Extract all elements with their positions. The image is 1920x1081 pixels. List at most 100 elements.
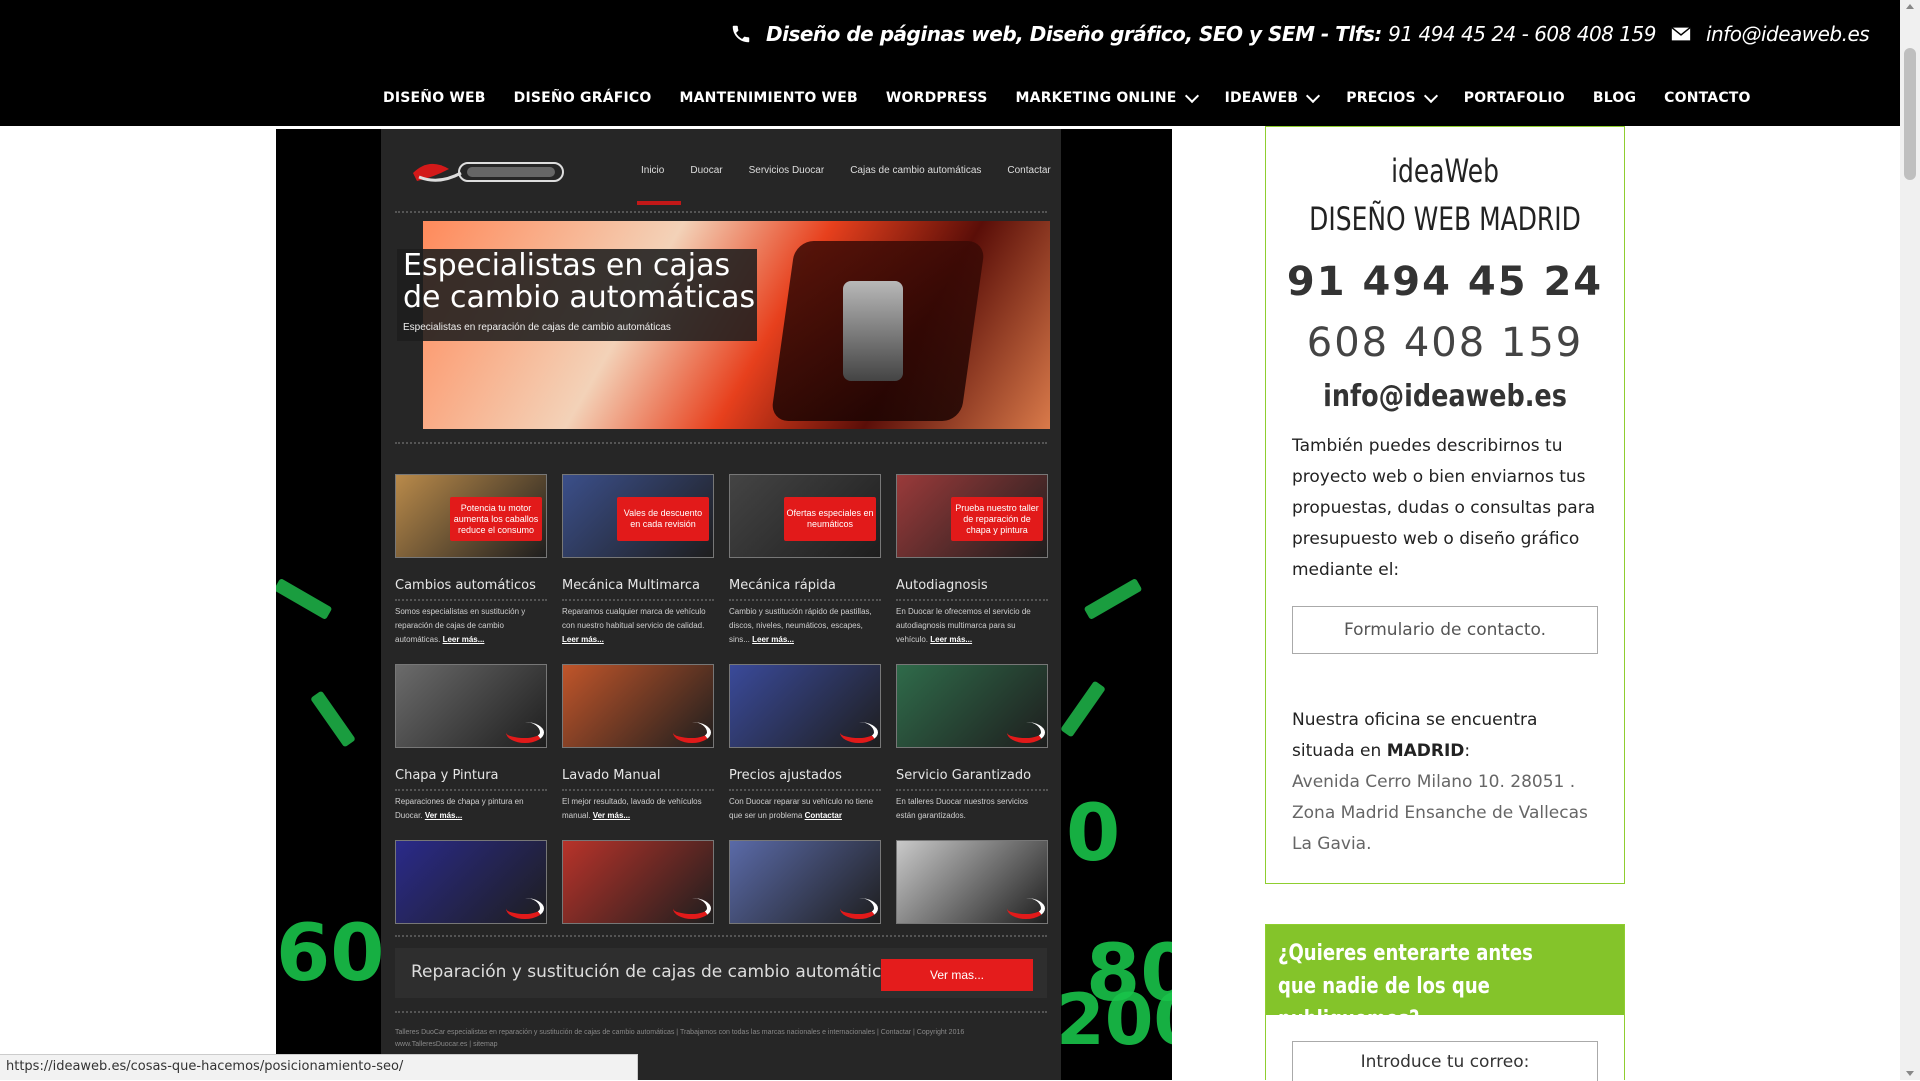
divider [395, 935, 1047, 937]
duocar-nav-item: Servicios Duocar [748, 165, 825, 176]
service-card-image[interactable] [896, 840, 1048, 924]
service-card-badge: Prueba nuestro taller de reparación de c… [951, 497, 1043, 541]
nav-item[interactable]: PORTAFOLIO [1464, 90, 1565, 106]
service-card-more-link[interactable]: Contactar [805, 811, 842, 820]
service-card-image[interactable]: Prueba nuestro taller de reparación de c… [896, 474, 1048, 558]
service-card-image[interactable] [896, 664, 1048, 748]
service-card[interactable] [395, 840, 547, 924]
nav-item[interactable]: MARKETING ONLINE [1016, 88, 1199, 106]
banner-button[interactable]: Ver mas... [881, 959, 1033, 991]
newsletter-email-input[interactable]: Introduce tu correo: [1292, 1041, 1598, 1081]
header-phones[interactable]: 91 494 45 24 - 608 408 159 [1388, 22, 1656, 46]
nav-item[interactable]: CONTACTO [1664, 90, 1751, 106]
gauge-number: 60 [276, 909, 385, 999]
service-card-more-link[interactable]: Leer más... [930, 635, 972, 644]
duocar-swirl-icon [506, 898, 544, 919]
divider [896, 599, 1048, 601]
duocar-swirl-icon [673, 722, 711, 743]
divider [729, 599, 881, 601]
service-card-image[interactable] [395, 840, 547, 924]
scrollbar-thumb[interactable] [1904, 48, 1916, 180]
header-contact-line: Diseño de páginas web, Diseño gráfico, S… [730, 18, 1870, 50]
divider [896, 789, 1048, 791]
service-card[interactable]: Vales de descuento en cada revisión Mecán… [562, 474, 714, 647]
nav-item-label: IDEAWEB [1224, 90, 1299, 106]
nav-item[interactable]: DISEÑO WEB [383, 90, 486, 106]
service-card-image[interactable] [729, 840, 881, 924]
contact-form-button[interactable]: Formulario de contacto. [1292, 606, 1598, 654]
service-card-more-link[interactable]: Leer más... [752, 635, 794, 644]
nav-item[interactable]: PRECIOS [1346, 88, 1438, 106]
divider [395, 599, 547, 601]
sidebar-phone-secondary[interactable]: 608 408 159 [1266, 320, 1624, 366]
service-card-text: Cambio y sustitución rápido de pastillas… [729, 605, 881, 647]
duocar-nav-item: Inicio [641, 165, 665, 176]
vertical-scrollbar[interactable] [1900, 0, 1920, 1080]
duocar-nav-item: Contactar [1007, 165, 1051, 176]
mail-icon [1671, 27, 1691, 41]
duocar-swirl-icon [1007, 722, 1045, 743]
service-card-text: Reparaciones de chapa y pintura en Duoca… [395, 795, 547, 823]
service-card-text: Con Duocar reparar su vehículo no tiene … [729, 795, 881, 823]
service-card-text: Somos especialistas en sustitución y rep… [395, 605, 547, 647]
chevron-down-icon [1306, 88, 1321, 103]
duocar-swirl-icon [1007, 898, 1045, 919]
divider [395, 442, 1047, 444]
scroll-up-arrow-icon[interactable] [1906, 4, 1914, 9]
nav-item[interactable]: IDEAWEB [1224, 88, 1321, 106]
scroll-down-arrow-icon[interactable] [1906, 1071, 1914, 1076]
service-card-more-link[interactable]: Leer más... [443, 635, 485, 644]
service-card-title: Mecánica Multimarca [562, 578, 701, 593]
gauge-tick [1060, 680, 1106, 738]
service-card-title: Cambios automáticos [395, 578, 536, 593]
header-email[interactable]: info@ideaweb.es [1706, 22, 1870, 46]
service-card-more-link[interactable]: Leer más... [562, 635, 604, 644]
service-card-more-link[interactable]: Ver más... [425, 811, 462, 820]
sidebar-brand-name: ideaWeb [1391, 152, 1499, 190]
sidebar-email[interactable]: info@ideaweb.es [1293, 379, 1597, 414]
nav-item[interactable]: DISEÑO GRÁFICO [514, 90, 652, 106]
nav-item[interactable]: MANTENIMIENTO WEB [679, 90, 857, 106]
service-card[interactable]: Prueba nuestro taller de reparación de c… [896, 474, 1048, 647]
nav-item-label: DISEÑO GRÁFICO [513, 90, 652, 106]
service-card-image[interactable] [729, 664, 881, 748]
sidebar-phone-primary[interactable]: 91 494 45 24 [1266, 259, 1624, 305]
service-card[interactable] [562, 840, 714, 924]
service-card-badge: Potencia tu motor aumenta los caballos r… [450, 497, 542, 541]
chevron-down-icon [1423, 88, 1438, 103]
service-card[interactable]: Potencia tu motor aumenta los caballos r… [395, 474, 547, 647]
service-card-image[interactable]: Vales de descuento en cada revisión [562, 474, 714, 558]
service-card[interactable]: Servicio Garantizado En talleres Duocar n… [896, 664, 1048, 823]
service-card-image[interactable]: Ofertas especiales en neumáticos [729, 474, 881, 558]
sidebar-brand: ideaWeb DISEÑO WEB MADRID [1305, 147, 1584, 243]
nav-item[interactable]: BLOG [1593, 90, 1636, 106]
promo-banner: Reparación y sustitución de cajas de cam… [395, 948, 1047, 998]
service-card-image[interactable]: Potencia tu motor aumenta los caballos r… [395, 474, 547, 558]
phone-icon [732, 25, 750, 43]
newsletter-header: ¿Quieres enterarte antes que nadie de lo… [1266, 925, 1624, 1032]
portfolio-screenshot: 60 80 0 200 InicioDuocarServicios Duocar… [276, 129, 1172, 1080]
service-card-more-link[interactable]: Ver más... [593, 811, 630, 820]
hero-subtitle: Especialistas en reparación de cajas de … [403, 322, 671, 333]
nav-item-label: MANTENIMIENTO WEB [679, 90, 858, 106]
divider [395, 789, 547, 791]
service-card-image[interactable] [562, 840, 714, 924]
service-card-image[interactable] [395, 664, 547, 748]
service-card-text: En talleres Duocar nuestros servicios es… [896, 795, 1048, 823]
service-card[interactable] [729, 840, 881, 924]
service-card[interactable]: Chapa y Pintura Reparaciones de chapa y p… [395, 664, 547, 823]
service-card-image[interactable] [562, 664, 714, 748]
nav-item-label: WORDPRESS [885, 90, 988, 106]
duocar-swirl-icon [840, 898, 878, 919]
service-card-badge: Ofertas especiales en neumáticos [784, 497, 876, 541]
divider [395, 211, 1047, 213]
service-card-text: En Duocar le ofrecemos el servicio de au… [896, 605, 1048, 647]
sidebar-description: También puedes describirnos tu proyecto … [1292, 436, 1596, 580]
service-card[interactable]: Precios ajustados Con Duocar reparar su v… [729, 664, 881, 823]
nav-item[interactable]: WORDPRESS [886, 90, 988, 106]
service-card[interactable]: Lavado Manual El mejor resultado, lavado … [562, 664, 714, 823]
duocar-swirl-icon [506, 722, 544, 743]
header-tagline: Diseño de páginas web, Diseño gráfico, S… [766, 22, 1382, 46]
service-card[interactable]: Ofertas especiales en neumáticos Mecánica… [729, 474, 881, 647]
service-card[interactable] [896, 840, 1048, 924]
